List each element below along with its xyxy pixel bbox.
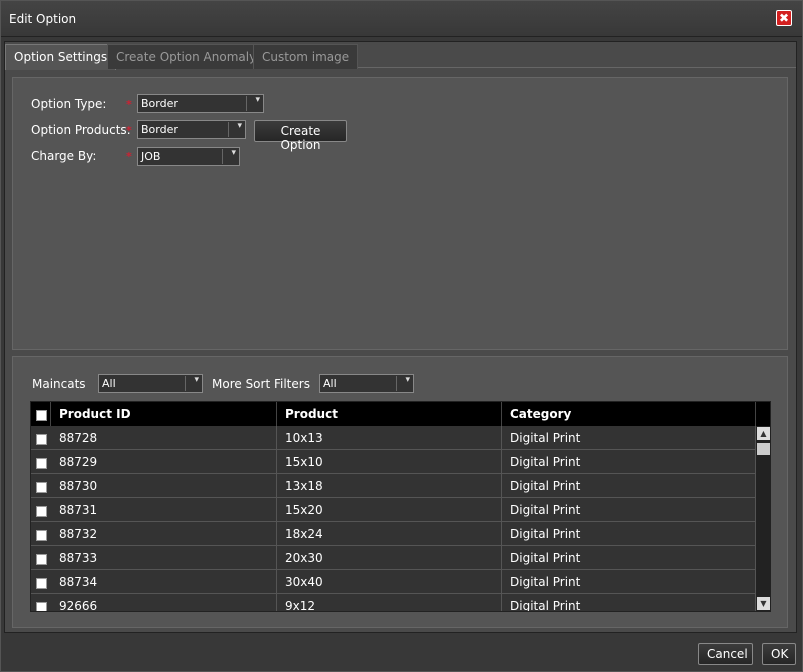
ok-button[interactable]: OK: [762, 643, 796, 665]
dialog-titlebar: Edit Option ✖: [1, 1, 802, 37]
row-checkbox[interactable]: [36, 434, 47, 445]
product-id-cell: 88728: [51, 426, 277, 450]
tab-bar: Option Settings Create Option Anomaly Cu…: [5, 44, 796, 70]
chevron-down-icon: ▾: [231, 148, 236, 158]
column-header-product-id[interactable]: Product ID: [51, 402, 277, 426]
maincats-label: Maincats: [32, 377, 86, 391]
product-id-cell: 88734: [51, 570, 277, 594]
cancel-button[interactable]: Cancel: [698, 643, 753, 665]
product-id-cell: 88729: [51, 450, 277, 474]
category-cell: Digital Print: [510, 599, 581, 612]
product-cell: 10x13: [277, 426, 502, 450]
row-checkbox[interactable]: [36, 530, 47, 541]
scroll-down-icon[interactable]: ▼: [757, 597, 770, 610]
chevron-down-icon: ▾: [194, 375, 199, 385]
option-products-select[interactable]: Border ▾: [137, 120, 246, 139]
product-id-cell: 88733: [51, 546, 277, 570]
row-checkbox[interactable]: [36, 602, 47, 611]
product-id-cell: 88731: [51, 498, 277, 522]
table-row[interactable]: 88729 15x10 Digital Print: [31, 450, 755, 474]
option-products-label: Option Products:: [31, 123, 131, 137]
table-row[interactable]: 88731 15x20 Digital Print: [31, 498, 755, 522]
product-cell: 18x24: [277, 522, 502, 546]
row-checkbox[interactable]: [36, 554, 47, 565]
product-filter-panel: Maincats All ▾ More Sort Filters All ▾ P…: [12, 356, 788, 628]
charge-by-label: Charge By:: [31, 149, 97, 163]
option-type-label: Option Type:: [31, 97, 107, 111]
charge-by-value: JOB: [141, 150, 161, 163]
product-table: Product ID Product Category 88728 10x13 …: [30, 401, 771, 612]
dialog-title: Edit Option: [9, 12, 77, 26]
product-cell: 13x18: [277, 474, 502, 498]
product-cell: 20x30: [277, 546, 502, 570]
category-cell: Digital Print: [510, 503, 581, 517]
charge-by-select[interactable]: JOB ▾: [137, 147, 240, 166]
category-cell: Digital Print: [510, 551, 581, 565]
scroll-up-icon[interactable]: ▲: [757, 427, 770, 440]
table-row[interactable]: 88734 30x40 Digital Print: [31, 570, 755, 594]
category-cell: Digital Print: [510, 479, 581, 493]
column-header-category[interactable]: Category: [502, 402, 756, 426]
table-scrollbar[interactable]: ▲ ▼: [755, 426, 770, 611]
category-cell: Digital Print: [510, 527, 581, 541]
maincats-value: All: [102, 377, 116, 390]
option-settings-panel: Option Type: * Border ▾ Option Products:…: [12, 77, 788, 350]
category-cell: Digital Print: [510, 575, 581, 589]
option-products-value: Border: [141, 123, 178, 136]
dialog-body: Option Settings Create Option Anomaly Cu…: [4, 41, 797, 633]
table-row[interactable]: 88730 13x18 Digital Print: [31, 474, 755, 498]
product-id-cell: 88732: [51, 522, 277, 546]
scrollbar-thumb[interactable]: [757, 443, 770, 455]
more-sort-filters-value: All: [323, 377, 337, 390]
column-header-product[interactable]: Product: [277, 402, 502, 426]
option-type-value: Border: [141, 97, 178, 110]
tab-custom-image[interactable]: Custom image: [253, 44, 359, 69]
row-checkbox[interactable]: [36, 458, 47, 469]
required-marker: *: [126, 150, 132, 163]
select-all-checkbox[interactable]: [36, 410, 47, 421]
chevron-down-icon: ▾: [405, 375, 410, 385]
row-checkbox[interactable]: [36, 506, 47, 517]
maincats-select[interactable]: All ▾: [98, 374, 203, 393]
table-row[interactable]: 88728 10x13 Digital Print: [31, 426, 755, 450]
chevron-down-icon: ▾: [237, 121, 242, 131]
product-cell: 15x10: [277, 450, 502, 474]
edit-option-dialog: Edit Option ✖ Option Settings Create Opt…: [0, 0, 803, 672]
row-checkbox[interactable]: [36, 482, 47, 493]
product-cell: 9x12: [277, 594, 502, 611]
option-type-select[interactable]: Border ▾: [137, 94, 264, 113]
more-sort-filters-select[interactable]: All ▾: [319, 374, 414, 393]
table-header: Product ID Product Category: [31, 402, 770, 426]
category-cell: Digital Print: [510, 455, 581, 469]
required-marker: *: [126, 124, 132, 137]
product-id-cell: 88730: [51, 474, 277, 498]
required-marker: *: [126, 98, 132, 111]
product-cell: 15x20: [277, 498, 502, 522]
row-checkbox[interactable]: [36, 578, 47, 589]
category-cell: Digital Print: [510, 431, 581, 445]
tab-option-settings[interactable]: Option Settings: [5, 44, 117, 70]
tab-create-option-anomaly[interactable]: Create Option Anomaly: [107, 44, 266, 69]
table-row[interactable]: 88732 18x24 Digital Print: [31, 522, 755, 546]
more-sort-filters-label: More Sort Filters: [212, 377, 310, 391]
product-id-cell: 92666: [51, 594, 277, 611]
table-row[interactable]: 88733 20x30 Digital Print: [31, 546, 755, 570]
close-icon[interactable]: ✖: [776, 10, 792, 26]
create-option-button[interactable]: Create Option: [254, 120, 347, 152]
table-row[interactable]: 92666 9x12 Digital Print: [31, 594, 755, 612]
product-cell: 30x40: [277, 570, 502, 594]
chevron-down-icon: ▾: [255, 95, 260, 105]
